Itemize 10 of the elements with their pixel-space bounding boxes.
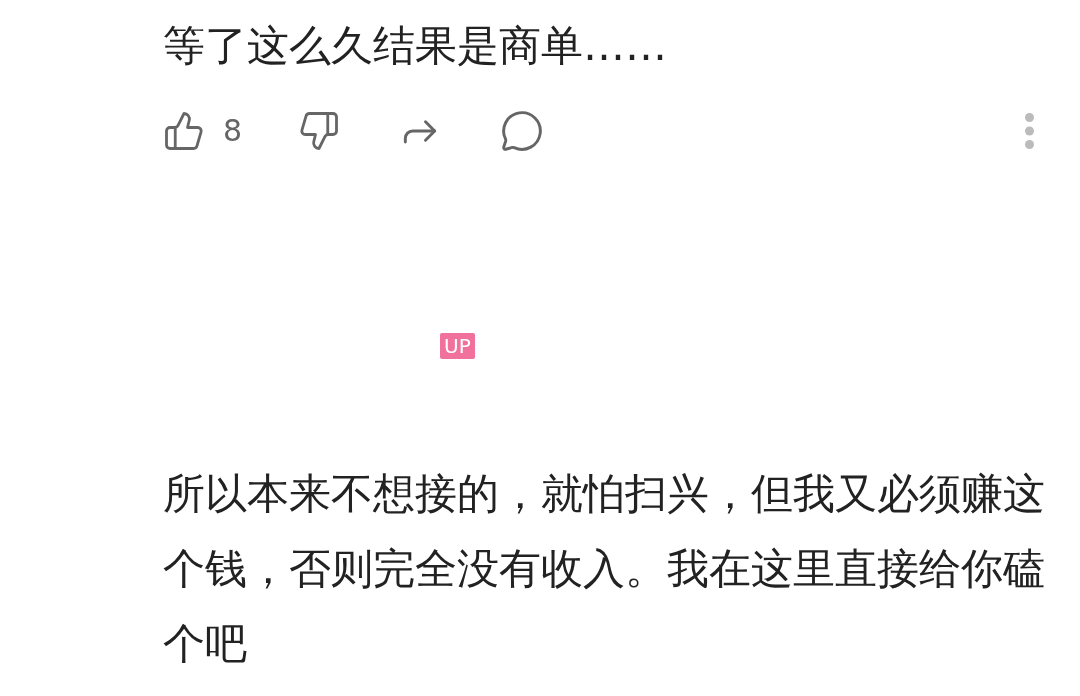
reply-text: 所以本来不想接的，就怕扫兴，但我又必须赚这个钱，否则完全没有收入。我在这里直接给你磕个吧 <box>163 468 1046 670</box>
thumbs-down-icon <box>298 109 341 152</box>
thumbs-up-icon <box>163 109 205 152</box>
like-button[interactable]: 8 <box>163 108 243 153</box>
more-icon <box>1025 112 1034 149</box>
up-badge: UP <box>440 333 475 359</box>
speech-bubble-icon <box>500 108 545 153</box>
comment-text: 等了这么久结果是商单…… <box>163 20 667 72</box>
dislike-button[interactable] <box>298 109 341 152</box>
reply-button[interactable] <box>500 108 545 153</box>
